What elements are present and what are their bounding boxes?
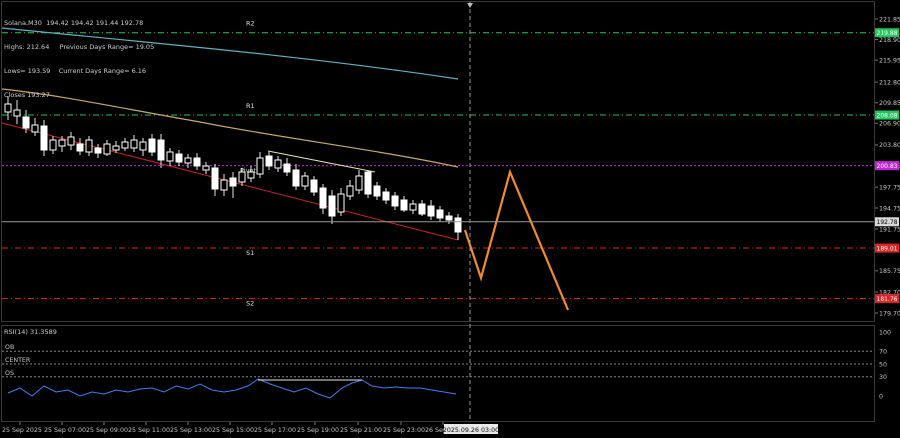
- candle-body: [121, 141, 129, 149]
- cursor-time-tag: 2025.09.26 03:00: [443, 424, 499, 434]
- level-label-r2: R2: [246, 20, 255, 28]
- price-tick-label: 206.90: [879, 121, 900, 128]
- candle-body: [67, 136, 75, 146]
- candle-body: [427, 205, 435, 217]
- candle-body: [436, 209, 444, 219]
- candle-body: [40, 125, 48, 151]
- candle-body: [94, 147, 102, 154]
- candle-body: [211, 167, 219, 190]
- price-tick-label: 218.90: [879, 37, 900, 44]
- candle-body: [238, 171, 246, 183]
- candle-body: [373, 185, 381, 197]
- candle-body: [112, 145, 120, 151]
- candle-body: [31, 124, 39, 133]
- candle-body: [454, 217, 462, 233]
- level-label-s2: S2: [246, 300, 254, 308]
- candle-body: [418, 203, 426, 215]
- candle-body: [13, 109, 21, 117]
- level-tag-text: 200.83: [877, 163, 898, 170]
- candle-body: [445, 215, 453, 221]
- closes-line: Closes 193.27: [4, 91, 50, 99]
- candle-body: [247, 171, 255, 179]
- candle-body: [157, 139, 165, 161]
- time-tick-label: 25 Sep 2025: [2, 427, 42, 434]
- price-tick-label: 212.80: [879, 79, 900, 86]
- candle-body: [274, 159, 282, 169]
- time-tick-label: 25 Sep 09:00: [86, 427, 128, 434]
- candle-body: [265, 155, 273, 167]
- candle-body: [166, 151, 174, 162]
- current-price-text: 192.78: [877, 219, 898, 226]
- level-label-s1: S1: [246, 249, 254, 257]
- candle-body: [382, 191, 390, 201]
- time-tick-label: 25 Sep 17:00: [254, 427, 296, 434]
- candle-body: [256, 157, 264, 175]
- rsi-level-label: CENTER: [5, 357, 31, 364]
- candle-body: [103, 143, 111, 155]
- candle-body: [22, 116, 30, 129]
- rsi-tick-label: 100: [879, 329, 891, 336]
- candle-body: [346, 185, 354, 197]
- rsi-tick-label: 30: [879, 374, 887, 381]
- candle-body: [310, 179, 318, 193]
- price-tick-label: 197.75: [879, 184, 900, 191]
- candle-body: [175, 153, 183, 163]
- price-tick-label: 215.95: [879, 57, 900, 64]
- svg-text:2025.09.26 03:00: 2025.09.26 03:00: [443, 427, 499, 434]
- candle-body: [58, 139, 66, 147]
- level-tag-text: 208.08: [877, 112, 898, 119]
- candle-body: [283, 163, 291, 173]
- price-tick-label: 209.85: [879, 100, 900, 107]
- candle-body: [319, 187, 327, 209]
- price-tick-label: 194.75: [879, 205, 900, 212]
- price-tick-label: 185.75: [879, 268, 900, 275]
- time-tick-label: 25 Sep 21:00: [340, 427, 382, 434]
- price-tick-label: 221.85: [879, 16, 900, 23]
- level-tag-text: 181.76: [877, 296, 898, 303]
- candle-body: [229, 177, 237, 187]
- price-tick-label: 203.80: [879, 142, 900, 149]
- candle-body: [220, 179, 228, 191]
- time-tick-label: 25 Sep 19:00: [297, 427, 339, 434]
- candle-body: [391, 195, 399, 207]
- candle-body: [202, 165, 210, 171]
- candle-body: [193, 157, 201, 167]
- time-tick-label: 25 Sep 13:00: [170, 427, 212, 434]
- candle-body: [355, 175, 363, 191]
- rsi-tick-label: 70: [879, 349, 887, 356]
- time-tick-label: 25 Sep 07:00: [44, 427, 86, 434]
- rsi-tick-label: 50: [879, 361, 887, 368]
- candle-body: [328, 195, 336, 217]
- candle-body: [400, 199, 408, 211]
- symbol-info-panel: Solana,M30 194.42 194.42 191.44 192.78 H…: [4, 3, 154, 107]
- candle-body: [337, 193, 345, 213]
- rsi-level-label: OS: [5, 370, 14, 377]
- candle-body: [76, 143, 84, 152]
- candle-body: [301, 175, 309, 187]
- level-tag-text: 219.88: [877, 30, 898, 37]
- candle-body: [409, 203, 417, 211]
- level-label-r1: R1: [246, 102, 255, 110]
- candle-body: [49, 139, 57, 151]
- candle-body: [292, 169, 300, 187]
- price-tick-label: 191.75: [879, 226, 900, 233]
- highs-line: Highs: 212.64 Previous Days Range= 19.05: [4, 43, 155, 51]
- rsi-level-label: OB: [5, 344, 14, 351]
- candle-body: [364, 171, 372, 195]
- rsi-tick-label: 0: [879, 393, 883, 400]
- lows-line: Lows= 193.59 Current Days Range= 6.16: [4, 67, 147, 75]
- symbol-line[interactable]: Solana,M30 194.42 194.42 191.44 192.78: [4, 19, 154, 27]
- candle-body: [148, 138, 156, 153]
- time-tick-label: 25 Sep 11:00: [128, 427, 170, 434]
- time-tick-label: 25 Sep 15:00: [212, 427, 254, 434]
- time-tick-label: 25 Sep 23:00: [383, 427, 425, 434]
- candle-body: [130, 139, 138, 149]
- level-tag-text: 189.01: [877, 245, 898, 252]
- candle-body: [184, 157, 192, 164]
- candle-body: [85, 139, 93, 153]
- price-tick-label: 179.70: [879, 310, 900, 317]
- candle-body: [139, 141, 147, 151]
- rsi-title: RSI(14) 31.3589: [4, 328, 57, 336]
